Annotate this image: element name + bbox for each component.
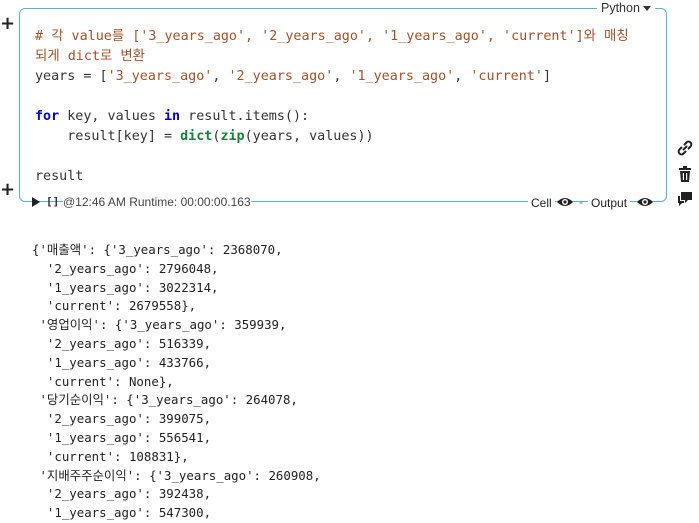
code-token: 되게 dict로 변환: [35, 49, 145, 64]
link-icon[interactable]: [676, 139, 694, 157]
code-token: ]: [542, 69, 551, 84]
code-token: ,: [333, 69, 350, 84]
output-line: '1_years_ago': 547300,: [32, 505, 212, 521]
add-cell-below-button[interactable]: +: [0, 181, 15, 199]
cell-status-bar: [] @12:46 AM Runtime: 00:00:00.163 Cell …: [28, 194, 668, 210]
code-editor[interactable]: # 각 value를 ['3_years_ago', '2_years_ago'…: [35, 27, 629, 187]
code-line: ​: [35, 87, 629, 107]
output-line: '1_years_ago': 433766,: [32, 354, 212, 370]
separator: -: [579, 195, 583, 209]
output-line: 'current': None},: [32, 373, 174, 389]
output-line: '2_years_ago': 399075,: [32, 411, 212, 427]
code-line: # 각 value를 ['3_years_ago', '2_years_ago'…: [35, 27, 629, 47]
eye-icon[interactable]: [636, 196, 654, 208]
code-token: result: [35, 169, 84, 184]
language-label: Python: [601, 1, 640, 15]
code-token: for: [35, 109, 60, 124]
output-line: '1_years_ago': 556541,: [32, 429, 212, 445]
output-line: '2_years_ago': 392438,: [32, 486, 212, 502]
output-line: '2_years_ago': 2796048,: [32, 260, 219, 276]
run-cell-icon[interactable]: [32, 197, 40, 207]
code-line: years = ['3_years_ago', '2_years_ago', '…: [35, 67, 629, 87]
code-line: result: [35, 167, 629, 187]
code-token: (years, values)): [244, 129, 374, 144]
execution-time: @12:46 AM Runtime: 00:00:00.163: [63, 195, 251, 209]
add-cell-above-button[interactable]: +: [0, 15, 15, 33]
code-line: result[key] = dict(zip(years, values)): [35, 127, 629, 147]
chevron-down-icon: [642, 5, 651, 11]
output-line: 'current': 108831},: [32, 448, 189, 464]
execution-count: []: [46, 195, 60, 208]
code-token: # 각 value를 ['3_years_ago', '2_years_ago'…: [35, 29, 629, 44]
code-token: result[key] =: [35, 129, 181, 144]
code-line: ​: [35, 147, 629, 167]
code-token: ,: [454, 69, 471, 84]
output-visibility-label: Output: [588, 196, 631, 210]
code-token: result.items():: [180, 109, 310, 124]
eye-icon[interactable]: [556, 196, 574, 208]
code-token: ,: [212, 69, 229, 84]
output-line: '당기순이익': {'3_years_ago': 264078,: [32, 392, 298, 408]
output-line: '지배주주순이익': {'3_years_ago': 260908,: [32, 467, 321, 483]
cell-output: {'매출액': {'3_years_ago': 2368070, '2_year…: [32, 241, 321, 523]
output-line: '1_years_ago': 3022314,: [32, 279, 219, 295]
code-token: in: [164, 109, 181, 124]
code-token: key, values: [59, 109, 164, 124]
code-token: '3_years_ago': [107, 69, 213, 84]
code-token: zip: [220, 129, 245, 144]
output-line: '2_years_ago': 516339,: [32, 335, 212, 351]
output-line: 'current': 2679558},: [32, 298, 197, 314]
language-selector[interactable]: Python: [597, 0, 655, 16]
trash-icon[interactable]: [676, 165, 694, 183]
code-line: for key, values in result.items():: [35, 107, 629, 127]
code-token: 'current': [470, 69, 543, 84]
code-token: '2_years_ago': [228, 69, 334, 84]
cell-visibility-label: Cell: [528, 196, 555, 210]
code-token: years = [: [35, 69, 108, 84]
output-line: {'매출액': {'3_years_ago': 2368070,: [32, 242, 283, 257]
code-token: dict: [180, 129, 213, 144]
code-token: '1_years_ago': [349, 69, 455, 84]
code-line: 되게 dict로 변환: [35, 47, 629, 67]
output-line: '영업이익': {'3_years_ago': 359939,: [32, 317, 287, 333]
comment-icon[interactable]: [676, 190, 694, 208]
